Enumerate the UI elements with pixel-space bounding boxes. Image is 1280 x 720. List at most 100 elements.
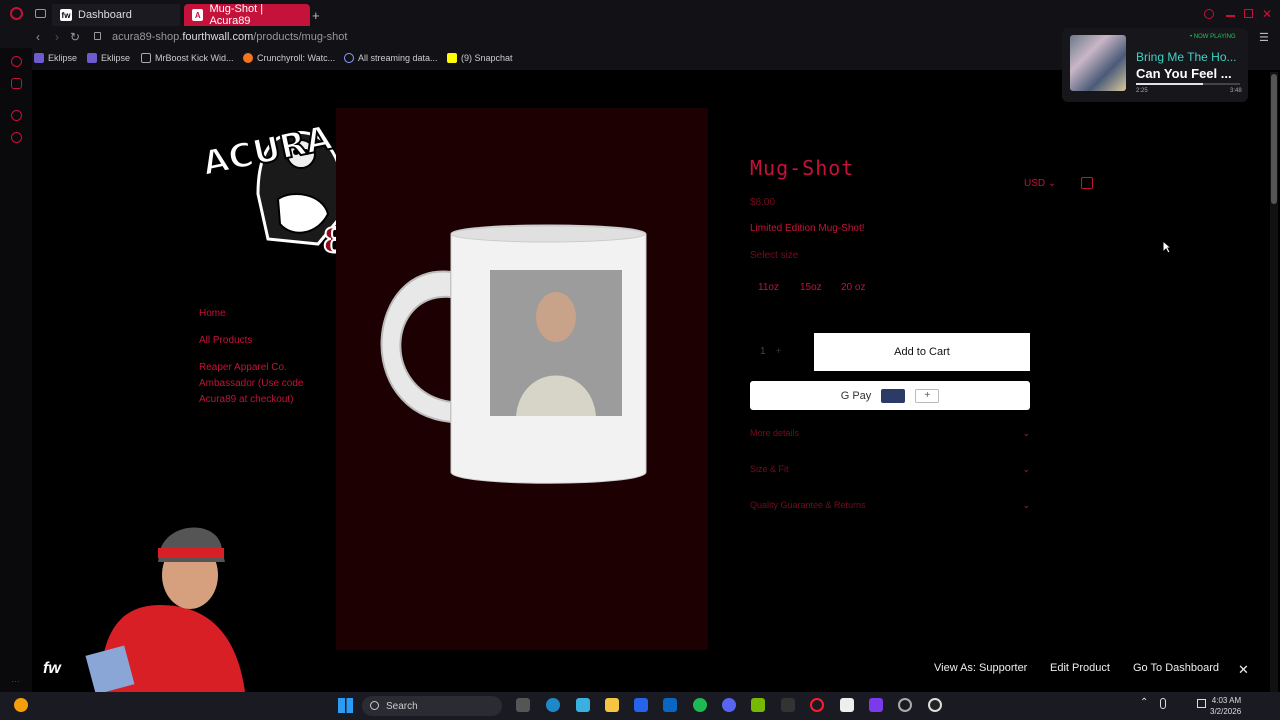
product-mug-image[interactable]: [356, 222, 656, 486]
gpay-label: G Pay: [840, 389, 872, 402]
bookmark-crunchyroll[interactable]: Crunchyroll: Watc...: [243, 53, 335, 63]
now-playing-current-time: 2:25: [1136, 88, 1148, 94]
google-pay-button[interactable]: G Pay +: [750, 381, 1030, 410]
outlook-icon[interactable]: [663, 698, 677, 712]
add-card-icon: +: [915, 388, 940, 403]
view-as-supporter-button[interactable]: View As: Supporter: [934, 662, 1027, 674]
capcut-icon[interactable]: [840, 698, 854, 712]
tab-label: Dashboard: [78, 9, 132, 21]
bookmark-eklipse-2[interactable]: Eklipse: [87, 53, 130, 63]
weather-icon[interactable]: [14, 698, 28, 712]
opera-menu-icon[interactable]: [10, 7, 23, 20]
size-label: Select size: [750, 250, 799, 261]
back-arrow-icon[interactable]: ‹: [36, 30, 40, 44]
tab-mug-shot[interactable]: A Mug-Shot | Acura89: [184, 3, 310, 27]
nav-reaper-ambassador[interactable]: Reaper Apparel Co. Ambassador (Use code …: [199, 360, 319, 408]
search-icon: [370, 701, 379, 710]
nav-all-products[interactable]: All Products: [199, 333, 252, 349]
tab-manager-icon[interactable]: [35, 9, 46, 18]
scrollbar-thumb[interactable]: [1271, 74, 1277, 204]
settings-icon[interactable]: [898, 698, 912, 712]
reload-icon[interactable]: ↻: [70, 30, 80, 44]
chevron-down-icon: ⌄: [1047, 178, 1057, 189]
fourthwall-logo: fw: [43, 660, 61, 677]
close-window-icon[interactable]: ✕: [1262, 7, 1272, 21]
sidebar-history-icon[interactable]: [11, 56, 22, 67]
tray-chevron-icon[interactable]: ⌃: [1140, 697, 1148, 708]
obs-icon[interactable]: [928, 698, 942, 712]
tab-dashboard[interactable]: fw Dashboard: [52, 4, 180, 26]
edit-product-button[interactable]: Edit Product: [1050, 662, 1110, 674]
currency-selector[interactable]: USD ⌄: [1024, 178, 1056, 189]
currency-value: USD: [1024, 178, 1046, 189]
size-option-20oz[interactable]: 20 oz: [841, 282, 865, 293]
microphone-icon[interactable]: [1160, 698, 1166, 709]
sidebar-extensions-icon[interactable]: [11, 78, 22, 89]
now-playing-artist: Can You Feel ...: [1136, 66, 1232, 81]
accordion-label: Quality Guarantee & Returns: [750, 500, 866, 510]
sidebar-clock-icon[interactable]: [11, 110, 22, 121]
sidebar-more-icon[interactable]: ···: [11, 676, 20, 686]
search-tabs-icon[interactable]: [1204, 9, 1214, 19]
taskbar-search-input[interactable]: Search: [362, 696, 502, 716]
bookmark-label: (9) Snapchat: [461, 53, 513, 63]
calendar-icon[interactable]: [869, 698, 883, 712]
store-icon[interactable]: [634, 698, 648, 712]
accordion-quality-returns[interactable]: Quality Guarantee & Returns ⌄: [750, 500, 1030, 511]
crunchyroll-icon: [243, 53, 253, 63]
bookmark-mrboost[interactable]: MrBoost Kick Wid...: [141, 53, 234, 63]
accordion-size-fit[interactable]: Size & Fit ⌄: [750, 464, 1030, 475]
add-to-cart-button[interactable]: Add to Cart: [814, 333, 1030, 371]
opera-icon[interactable]: [810, 698, 824, 712]
bookmark-label: All streaming data...: [358, 53, 438, 63]
spotify-icon[interactable]: [693, 698, 707, 712]
quantity-value: 1: [760, 346, 766, 357]
accordion-more-details[interactable]: More details ⌄: [750, 428, 1030, 439]
speaker-icon[interactable]: [1197, 699, 1206, 708]
go-to-dashboard-button[interactable]: Go To Dashboard: [1133, 662, 1219, 674]
cart-icon[interactable]: [1081, 177, 1093, 189]
forward-arrow-icon[interactable]: ›: [55, 30, 59, 44]
now-playing-badge: • NOW PLAYING: [1190, 34, 1236, 40]
clock-date: 3/2/2026: [1210, 707, 1242, 716]
streaming-icon: [344, 53, 354, 63]
edge-icon[interactable]: [546, 698, 560, 712]
file-explorer-icon[interactable]: [516, 698, 530, 712]
card-icon: [881, 388, 906, 403]
size-option-11oz[interactable]: 11oz: [758, 282, 779, 293]
menu-icon[interactable]: ☰: [1259, 31, 1269, 44]
taskbar-clock[interactable]: 4:03 AM 3/2/2026: [1210, 695, 1241, 717]
maximize-icon[interactable]: [1244, 9, 1253, 18]
folder-icon[interactable]: [605, 698, 619, 712]
nav-home[interactable]: Home: [199, 306, 226, 322]
accordion-label: Size & Fit: [750, 464, 789, 474]
terminal-icon[interactable]: [781, 698, 795, 712]
windows-taskbar: Search ⌃ 4:03 AM 3/2/2026: [0, 692, 1280, 720]
app-icon[interactable]: [576, 698, 590, 712]
eklipse-icon: [34, 53, 44, 63]
quantity-stepper[interactable]: 1 +: [750, 333, 806, 370]
minimize-icon[interactable]: [1226, 15, 1235, 17]
now-playing-progress: [1136, 83, 1240, 85]
discord-icon[interactable]: [722, 698, 736, 712]
url-field[interactable]: acura89-shop.fourthwall.com/products/mug…: [112, 31, 347, 43]
snapchat-icon: [447, 53, 457, 63]
bookmark-label: MrBoost Kick Wid...: [155, 53, 234, 63]
bookmark-streaming-data[interactable]: All streaming data...: [344, 53, 438, 63]
bookmark-label: Crunchyroll: Watc...: [257, 53, 336, 63]
sidebar-settings-icon[interactable]: [11, 132, 22, 143]
acura-favicon-icon: A: [192, 9, 204, 21]
close-admin-bar-icon[interactable]: ✕: [1238, 662, 1249, 678]
windows-start-icon[interactable]: [338, 698, 353, 713]
new-tab-plus-icon[interactable]: +: [312, 8, 320, 23]
quantity-increment-icon[interactable]: +: [776, 346, 782, 357]
webcam-cap-band: [158, 548, 224, 558]
tab-label: Mug-Shot | Acura89: [209, 3, 264, 27]
size-option-15oz[interactable]: 15oz: [800, 282, 822, 293]
lock-icon: [94, 32, 101, 40]
product-title: Mug-Shot: [750, 156, 855, 180]
nvidia-icon[interactable]: [751, 698, 765, 712]
bookmark-snapchat[interactable]: (9) Snapchat: [447, 53, 513, 63]
bookmark-eklipse[interactable]: Eklipse: [34, 53, 77, 63]
now-playing-duration: 3:48: [1230, 88, 1242, 94]
